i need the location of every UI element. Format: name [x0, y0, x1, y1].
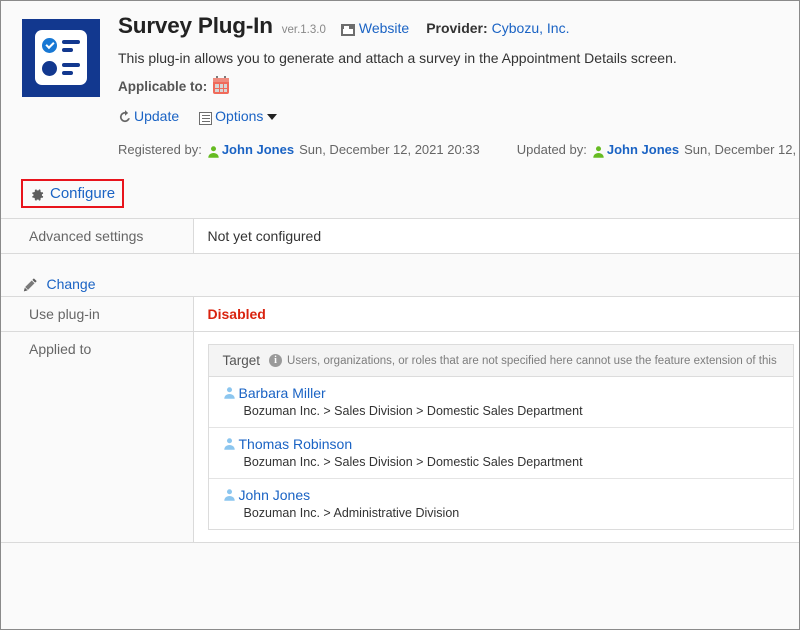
provider-label: Provider:	[426, 20, 488, 36]
change-link[interactable]: Change	[46, 276, 95, 292]
list-item: Barbara Miller Bozuman Inc. > Sales Divi…	[208, 377, 793, 428]
update-button[interactable]: Update	[118, 108, 179, 124]
person-icon	[592, 145, 605, 159]
window-icon	[340, 24, 355, 36]
configure-highlight-box: Configure	[21, 179, 125, 208]
target-user-org: Bozuman Inc. > Sales Division > Domestic…	[243, 404, 583, 418]
list-icon	[199, 111, 213, 125]
list-item: John Jones Bozuman Inc. > Administrative…	[209, 479, 793, 529]
target-panel-header: Target i Users, organizations, or roles …	[208, 345, 793, 377]
target-user-link[interactable]: Barbara Miller	[239, 385, 326, 401]
options-menu-label: Options	[215, 108, 264, 124]
pencil-icon	[23, 277, 38, 292]
target-user-link[interactable]: John Jones	[239, 487, 311, 503]
change-section: Change	[1, 274, 799, 294]
page-title: Survey Plug-In	[118, 13, 273, 38]
survey-plugin-icon	[22, 19, 100, 97]
applicable-to-row: Applicable to:	[118, 76, 795, 96]
configure-section: Configure	[1, 179, 799, 208]
calendar-icon-grid	[215, 84, 228, 92]
table-row: Applied to Target i Users, organizations…	[1, 331, 799, 543]
plugin-icon-dot	[42, 61, 57, 76]
table-row: Use plug-in Disabled	[1, 296, 799, 332]
target-user-row: Thomas Robinson	[223, 436, 783, 452]
refresh-icon	[118, 110, 132, 124]
chevron-down-icon	[267, 114, 278, 120]
target-label: Target	[222, 353, 261, 368]
updated-date: Sun, December 12, 2021	[684, 142, 799, 157]
target-user-link[interactable]: Thomas Robinson	[239, 436, 353, 452]
target-user-row: Barbara Miller	[223, 385, 783, 401]
target-help-note: Users, organizations, or roles that are …	[287, 354, 777, 367]
website-link[interactable]: Website	[340, 20, 410, 36]
use-plugin-value: Disabled	[193, 296, 799, 332]
plugin-meta-row: Registered by: John Jones Sun, December …	[118, 142, 799, 159]
person-icon	[223, 386, 236, 400]
plugin-icon-card	[35, 30, 87, 85]
updated-by-label: Updated by:	[516, 142, 587, 157]
target-panel: Target i Users, organizations, or roles …	[207, 344, 794, 530]
target-user-org: Bozuman Inc. > Administrative Division	[243, 506, 460, 520]
person-icon	[207, 145, 220, 159]
registered-date: Sun, December 12, 2021 20:33	[299, 142, 480, 157]
plugin-icon-line-1	[62, 40, 80, 44]
plugin-details-page: Survey Plug-In ver.1.3.0 Website Provide…	[0, 0, 800, 630]
plugin-actions-row: Update Options	[118, 105, 795, 127]
plugin-header: Survey Plug-In ver.1.3.0 Website Provide…	[1, 1, 799, 179]
registered-by-user-link[interactable]: John Jones	[222, 142, 294, 157]
target-user-row: John Jones	[223, 487, 783, 503]
calendar-icon-bar	[213, 78, 230, 82]
applied-to-value: Target i Users, organizations, or roles …	[193, 331, 799, 543]
calendar-icon	[213, 76, 230, 94]
updated-by-group: Updated by: John Jones Sun, December 12,…	[516, 142, 799, 159]
advanced-settings-table: Advanced settings Not yet configured	[1, 218, 799, 254]
info-icon: i	[269, 354, 283, 367]
gear-icon	[29, 187, 45, 203]
options-menu-button[interactable]: Options	[199, 108, 278, 125]
registered-by-label: Registered by:	[118, 142, 202, 157]
plugin-header-body: Survey Plug-In ver.1.3.0 Website Provide…	[118, 13, 799, 159]
advanced-settings-label: Advanced settings	[1, 218, 194, 254]
plugin-version: ver.1.3.0	[281, 24, 326, 36]
applied-to-label: Applied to	[1, 331, 194, 543]
list-item: Thomas Robinson Bozuman Inc. > Sales Div…	[208, 428, 793, 479]
provider-link[interactable]: Cybozu, Inc.	[492, 20, 570, 36]
person-icon	[223, 488, 236, 502]
applicable-to-label: Applicable to:	[118, 78, 208, 94]
use-plugin-label: Use plug-in	[1, 296, 194, 332]
plugin-icon-line-4	[62, 71, 73, 75]
updated-by-user-link[interactable]: John Jones	[607, 142, 679, 157]
target-user-org: Bozuman Inc. > Sales Division > Domestic…	[243, 455, 583, 469]
plugin-icon-line-3	[62, 63, 80, 67]
table-row: Advanced settings Not yet configured	[1, 218, 799, 254]
status-badge: Disabled	[207, 306, 266, 322]
registered-by-group: Registered by: John Jones Sun, December …	[118, 142, 480, 159]
plugin-icon-check-circle	[42, 38, 57, 53]
plugin-icon-line-2	[62, 48, 73, 52]
plugin-settings-table: Use plug-in Disabled Applied to Target i…	[1, 296, 799, 543]
configure-link[interactable]: Configure	[50, 185, 115, 202]
person-icon	[223, 437, 236, 451]
update-button-label: Update	[134, 108, 180, 124]
advanced-settings-value: Not yet configured	[193, 218, 799, 254]
plugin-title-row: Survey Plug-In ver.1.3.0 Website Provide…	[118, 13, 795, 45]
website-link-label: Website	[358, 20, 410, 36]
plugin-description: This plug-in allows you to generate and …	[118, 50, 677, 66]
